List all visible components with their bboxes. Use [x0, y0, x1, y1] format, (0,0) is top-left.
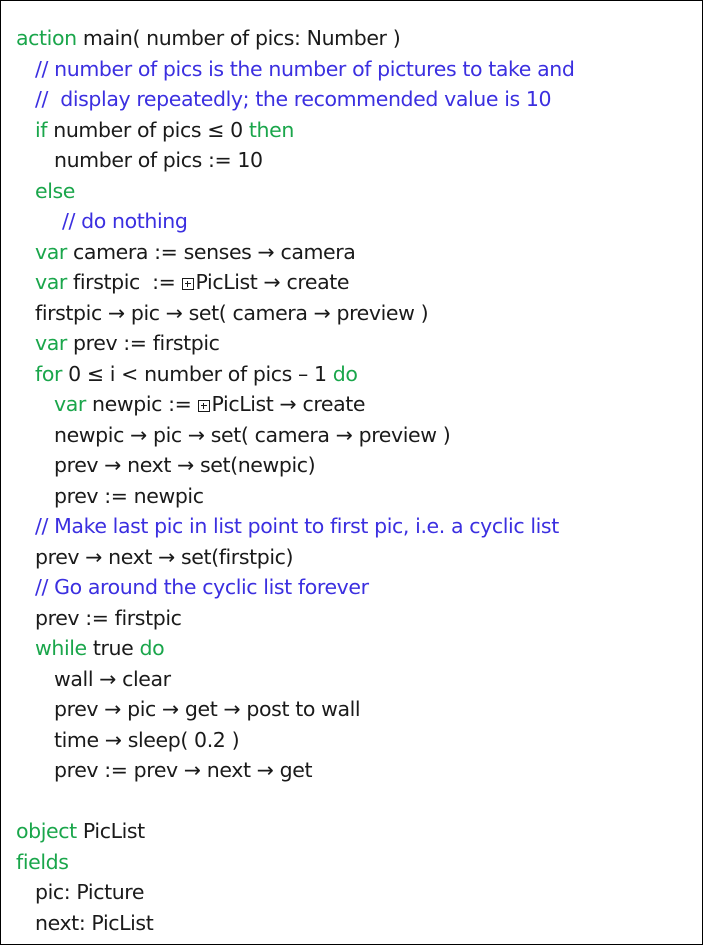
code-text: wall → clear	[54, 666, 171, 691]
code-line: prev → next → set(newpic)	[16, 450, 694, 481]
code-text: prev → next → set(firstpic)	[35, 544, 294, 569]
code-text: PicList	[76, 819, 145, 843]
code-line: pic: Picture	[16, 877, 694, 908]
code-text: main( number of pics: Number )	[76, 26, 401, 50]
code-text: prev → pic → get → post to wall	[54, 697, 361, 721]
code-line: var newpic := PicList → create	[16, 389, 694, 420]
library-icon	[197, 400, 210, 412]
code-text: firstpic :=	[66, 270, 182, 294]
keyword: then	[248, 117, 294, 142]
code-line: for 0 ≤ i < number of pics – 1 do	[16, 359, 694, 390]
code-line: object PicList	[16, 816, 694, 847]
code-line: newpic → pic → set( camera → preview )	[16, 420, 694, 451]
code-text: next: PicList	[35, 910, 154, 935]
code-line: prev := prev → next → get	[16, 755, 694, 786]
keyword: var	[35, 331, 67, 355]
keyword: do	[139, 636, 165, 660]
code-line: var firstpic := PicList → create	[16, 267, 694, 298]
code-line: while true do	[16, 633, 694, 664]
keyword: for	[35, 361, 62, 386]
comment: // Go around the cyclic list forever	[35, 575, 369, 599]
code-line: else	[16, 176, 694, 207]
code-line: wall → clear	[16, 664, 694, 695]
code-text: newpic → pic → set( camera → preview )	[54, 422, 451, 447]
code-line: prev := newpic	[16, 481, 694, 512]
comment: // number of pics is the number of pictu…	[35, 56, 575, 81]
code-listing-frame: action main( number of pics: Number )// …	[0, 0, 703, 945]
code-line: action main( number of pics: Number )	[16, 23, 694, 54]
keyword: fields	[16, 849, 69, 874]
code-line: prev → pic → get → post to wall	[16, 694, 694, 725]
code-line: prev → next → set(firstpic)	[16, 542, 694, 573]
code-text: prev := firstpic	[66, 331, 220, 355]
code-text: true	[86, 636, 140, 660]
code-line: // Go around the cyclic list forever	[16, 572, 694, 603]
keyword: if	[35, 117, 48, 142]
code-text: prev := prev → next → get	[54, 758, 313, 782]
comment: // display repeatedly; the recommended v…	[35, 87, 552, 111]
code-line: // display repeatedly; the recommended v…	[16, 84, 694, 115]
code-line: if number of pics ≤ 0 then	[16, 115, 694, 146]
code-text: PicList → create	[195, 270, 350, 294]
keyword: else	[35, 178, 76, 203]
code-text: time → sleep( 0.2 )	[54, 727, 240, 752]
code-text: camera := senses → camera	[66, 239, 356, 264]
keyword: object	[16, 819, 77, 843]
comment: // Make last pic in list point to first …	[35, 514, 559, 538]
keyword: while	[35, 636, 87, 660]
code-text: prev := newpic	[54, 483, 204, 508]
code-text: prev → next → set(newpic)	[54, 453, 316, 477]
code-line: time → sleep( 0.2 )	[16, 725, 694, 756]
code-text: pic: Picture	[35, 880, 145, 904]
code-line: // number of pics is the number of pictu…	[16, 54, 694, 85]
code-listing: action main( number of pics: Number )// …	[16, 23, 694, 938]
code-line: number of pics := 10	[16, 145, 694, 176]
code-line: firstpic → pic → set( camera → preview )	[16, 298, 694, 329]
keyword: var	[35, 270, 67, 294]
code-text: prev := firstpic	[35, 605, 182, 630]
keyword: var	[35, 239, 67, 264]
code-text: number of pics := 10	[54, 148, 263, 172]
code-line: var camera := senses → camera	[16, 237, 694, 268]
code-line: // do nothing	[16, 206, 694, 237]
code-line: next: PicList	[16, 908, 694, 939]
code-line: fields	[16, 847, 694, 878]
code-text: 0 ≤ i < number of pics – 1	[62, 361, 333, 386]
code-text: PicList → create	[211, 392, 366, 416]
keyword: action	[16, 26, 77, 50]
library-icon	[181, 278, 194, 290]
code-text: newpic :=	[85, 392, 198, 416]
keyword: var	[54, 392, 86, 416]
code-text: number of pics ≤ 0	[47, 117, 249, 142]
code-line: var prev := firstpic	[16, 328, 694, 359]
code-line: // Make last pic in list point to first …	[16, 511, 694, 542]
code-text: firstpic → pic → set( camera → preview )	[35, 300, 429, 325]
comment: // do nothing	[62, 209, 188, 233]
code-line: prev := firstpic	[16, 603, 694, 634]
keyword: do	[332, 361, 358, 386]
